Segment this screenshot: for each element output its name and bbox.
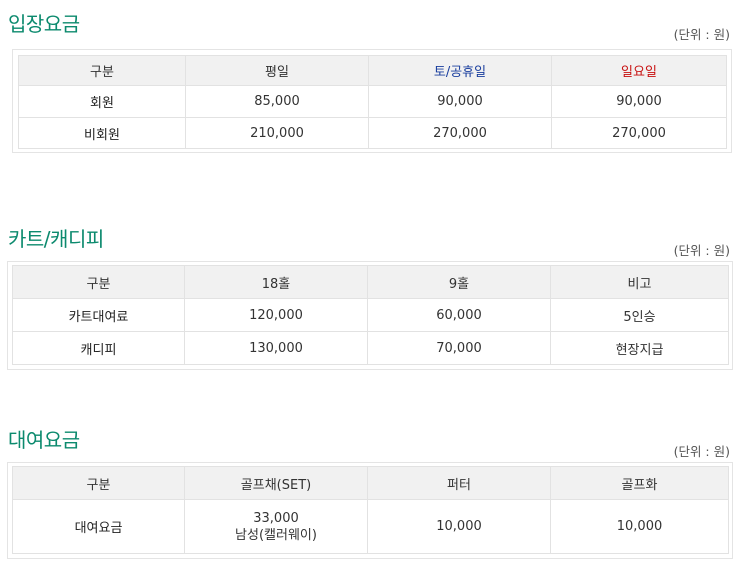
admission-unit-label: (단위 : 원) xyxy=(673,27,730,42)
admission-title: 입장요금 xyxy=(8,12,80,36)
rental-row-label: 대여요금 xyxy=(12,499,185,554)
admission-row-label-member: 회원 xyxy=(18,85,186,118)
cart-header-18hole: 18홀 xyxy=(184,265,368,299)
cart-caddie-note: 현장지급 xyxy=(550,331,729,365)
rental-putter-price: 10,000 xyxy=(367,499,551,554)
admission-member-sunday: 90,000 xyxy=(551,85,727,118)
rental-header-shoes: 골프화 xyxy=(550,466,729,500)
admission-header-weekday: 평일 xyxy=(185,55,369,86)
admission-header-row: 구분 평일 토/공휴일 일요일 xyxy=(18,55,727,86)
cart-row-label-rental: 카트대여료 xyxy=(12,298,185,332)
cart-rental-note: 5인승 xyxy=(550,298,729,332)
rental-header-putter: 퍼터 xyxy=(367,466,551,500)
admission-nonmember-weekday: 210,000 xyxy=(185,117,369,149)
table-row: 회원 85,000 90,000 90,000 xyxy=(18,85,727,118)
cart-header-9hole: 9홀 xyxy=(367,265,551,299)
cart-header-note: 비고 xyxy=(550,265,729,299)
table-row: 대여요금 33,000 남성(캘러웨이) 10,000 10,000 xyxy=(12,499,729,554)
admission-header-sunday: 일요일 xyxy=(551,55,727,86)
rental-unit-label: (단위 : 원) xyxy=(673,444,730,459)
rental-header-row: 구분 골프채(SET) 퍼터 골프화 xyxy=(12,466,729,500)
admission-table: 구분 평일 토/공휴일 일요일 회원 85,000 90,000 90,000 … xyxy=(18,55,727,149)
rental-table: 구분 골프채(SET) 퍼터 골프화 대여요금 33,000 남성(캘러웨이) … xyxy=(12,466,729,554)
cart-row-label-caddie: 캐디피 xyxy=(12,331,185,365)
cart-caddie-18hole: 130,000 xyxy=(184,331,368,365)
table-row: 캐디피 130,000 70,000 현장지급 xyxy=(12,331,729,365)
rental-header-category: 구분 xyxy=(12,466,185,500)
rental-clubs-cell: 33,000 남성(캘러웨이) xyxy=(184,499,368,554)
admission-member-weekday: 85,000 xyxy=(185,85,369,118)
rental-clubs-brand: 남성(캘러웨이) xyxy=(235,527,317,543)
admission-nonmember-sunday: 270,000 xyxy=(551,117,727,149)
cart-rental-9hole: 60,000 xyxy=(367,298,551,332)
rental-clubs-price: 33,000 xyxy=(253,510,299,526)
admission-header-category: 구분 xyxy=(18,55,186,86)
admission-header-holiday: 토/공휴일 xyxy=(368,55,552,86)
admission-nonmember-holiday: 270,000 xyxy=(368,117,552,149)
table-row: 카트대여료 120,000 60,000 5인승 xyxy=(12,298,729,332)
cart-caddie-9hole: 70,000 xyxy=(367,331,551,365)
rental-shoes-price: 10,000 xyxy=(550,499,729,554)
cart-table: 구분 18홀 9홀 비고 카트대여료 120,000 60,000 5인승 캐디… xyxy=(12,265,729,365)
cart-header-category: 구분 xyxy=(12,265,185,299)
cart-rental-18hole: 120,000 xyxy=(184,298,368,332)
rental-title: 대여요금 xyxy=(8,428,80,452)
admission-row-label-nonmember: 비회원 xyxy=(18,117,186,149)
rental-header-clubs: 골프채(SET) xyxy=(184,466,368,500)
table-row: 비회원 210,000 270,000 270,000 xyxy=(18,117,727,149)
cart-title: 카트/캐디피 xyxy=(8,227,104,251)
admission-member-holiday: 90,000 xyxy=(368,85,552,118)
cart-header-row: 구분 18홀 9홀 비고 xyxy=(12,265,729,299)
cart-unit-label: (단위 : 원) xyxy=(673,243,730,258)
